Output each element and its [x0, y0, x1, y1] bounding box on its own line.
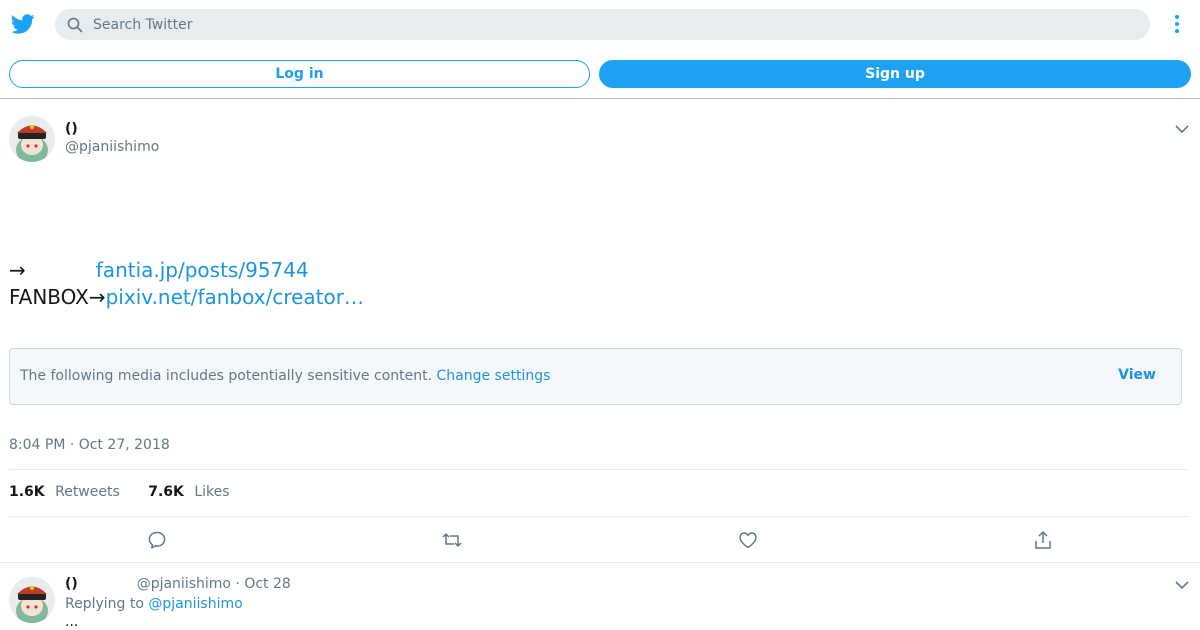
- top-bar: [0, 0, 1200, 48]
- user-handle[interactable]: @pjaniishimo: [65, 139, 159, 155]
- header-divider: [0, 98, 1200, 99]
- more-vertical-icon[interactable]: [1169, 14, 1185, 34]
- search-bar[interactable]: [55, 9, 1150, 40]
- retweet-icon[interactable]: [442, 530, 462, 550]
- likes-label: Likes: [194, 484, 230, 500]
- divider: [9, 516, 1190, 517]
- change-settings-link[interactable]: Change settings: [437, 368, 551, 384]
- view-media-button[interactable]: View: [1118, 367, 1156, 383]
- avatar[interactable]: [9, 116, 55, 162]
- reply-date[interactable]: Oct 28: [244, 576, 290, 592]
- reply-text: ...: [65, 614, 79, 630]
- reply-handle[interactable]: @pjaniishimo: [137, 576, 231, 592]
- likes-stat[interactable]: 7.6K Likes: [148, 484, 229, 500]
- retweets-stat[interactable]: 1.6K Retweets: [9, 484, 124, 500]
- share-icon[interactable]: [1033, 530, 1053, 550]
- retweets-count: 1.6K: [9, 484, 45, 500]
- chevron-down-icon[interactable]: [1175, 124, 1189, 134]
- likes-count: 7.6K: [148, 484, 184, 500]
- reply-icon[interactable]: [147, 530, 167, 550]
- chevron-down-icon[interactable]: [1175, 580, 1189, 590]
- sensitive-message: The following media includes potentially…: [20, 368, 550, 384]
- like-icon[interactable]: [738, 530, 758, 550]
- fantia-link[interactable]: fantia.jp/posts/95744: [96, 258, 309, 282]
- arrow-prefix: →: [9, 258, 26, 282]
- tweet-timestamp[interactable]: 8:04 PM · Oct 27, 2018: [9, 437, 170, 453]
- reply-display-name[interactable]: (): [65, 576, 78, 592]
- tweet-text-line-1: → fantia.jp/posts/95744: [9, 257, 309, 284]
- reply-separator: ·: [235, 576, 240, 592]
- fanbox-prefix: FANBOX→: [9, 285, 106, 309]
- display-name[interactable]: (): [65, 121, 78, 137]
- replying-to-handle[interactable]: @pjaniishimo: [148, 596, 242, 612]
- sensitive-media-notice: The following media includes potentially…: [9, 348, 1182, 405]
- tweet-page: Log in Sign up () @pjaniishimo → fantia.j…: [0, 0, 1200, 630]
- replying-to-label: Replying to: [65, 596, 144, 612]
- login-button[interactable]: Log in: [9, 60, 590, 88]
- replying-to: Replying to @pjaniishimo: [65, 596, 243, 612]
- sensitive-message-text: The following media includes potentially…: [20, 368, 433, 384]
- pixiv-fanbox-link[interactable]: pixiv.net/fanbox/creator…: [106, 285, 364, 309]
- reply-header: () @pjaniishimo · Oct 28: [65, 576, 291, 592]
- divider: [0, 562, 1200, 563]
- twitter-bird-icon[interactable]: [10, 12, 36, 36]
- signup-button[interactable]: Sign up: [599, 60, 1191, 88]
- reply-avatar[interactable]: [9, 577, 55, 623]
- divider: [9, 469, 1190, 470]
- tweet-stats: 1.6K Retweets 7.6K Likes: [9, 484, 230, 500]
- retweets-label: Retweets: [55, 484, 120, 500]
- search-input[interactable]: [93, 9, 1133, 40]
- search-icon: [67, 17, 83, 33]
- tweet-text-line-2: FANBOX→pixiv.net/fanbox/creator…: [9, 284, 364, 311]
